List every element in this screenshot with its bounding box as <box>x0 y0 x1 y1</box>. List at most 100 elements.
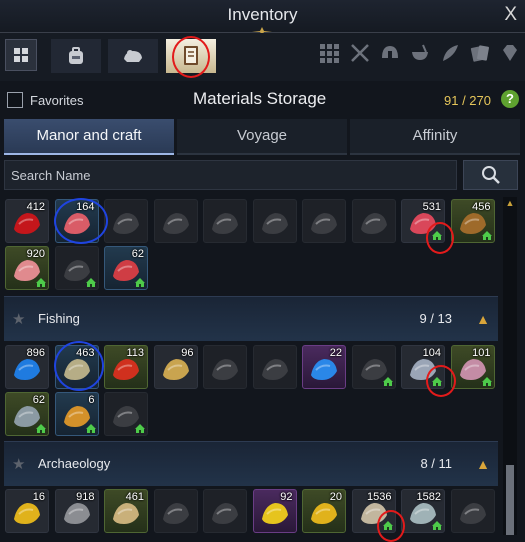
item-slot[interactable]: 920 <box>5 246 49 290</box>
help-button[interactable]: ? <box>501 90 519 108</box>
item-slot[interactable]: 896 <box>5 345 49 389</box>
item-slot[interactable] <box>351 345 396 389</box>
scroll-up-button[interactable]: ▲ <box>503 197 517 209</box>
favorites-label: Favorites <box>30 93 84 108</box>
tab-backpack[interactable] <box>51 39 101 73</box>
bowl-icon <box>412 44 428 60</box>
section-name: Archaeology <box>38 456 111 471</box>
window-title: Inventory <box>227 5 298 24</box>
item-slot[interactable] <box>302 199 346 243</box>
item-slot[interactable]: 918 <box>54 489 99 533</box>
filter-food-button[interactable] <box>406 39 434 67</box>
favorites-checkbox[interactable] <box>7 92 23 108</box>
search-row <box>0 160 525 192</box>
item-quantity: 531 <box>422 201 441 213</box>
item-slot[interactable] <box>104 392 148 436</box>
gem-icon <box>503 45 517 61</box>
item-slot[interactable] <box>252 345 297 389</box>
star-icon[interactable]: ★ <box>12 310 25 328</box>
section-count: 8 / 11 <box>420 456 452 471</box>
item-slot[interactable]: 22 <box>302 345 346 389</box>
item-slot[interactable] <box>203 489 247 533</box>
annotation-circle <box>377 510 405 542</box>
all-categories-button[interactable] <box>5 39 37 71</box>
scrollbar-thumb[interactable] <box>506 465 514 535</box>
item-slot[interactable]: 113 <box>104 345 148 389</box>
item-slot[interactable] <box>153 489 198 533</box>
filter-materials-button[interactable] <box>436 39 464 67</box>
filter-armor-button[interactable] <box>376 39 404 67</box>
tab-pet[interactable] <box>108 39 158 73</box>
item-slot[interactable]: 461 <box>104 489 148 533</box>
item-slot[interactable]: 412 <box>5 199 49 243</box>
feather-icon <box>443 45 458 61</box>
search-button[interactable] <box>463 160 518 190</box>
search-input[interactable] <box>4 160 457 190</box>
filter-cards-button[interactable] <box>466 39 494 67</box>
item-slot[interactable] <box>351 199 396 243</box>
house-icon <box>85 278 96 287</box>
chevron-up-icon[interactable]: ▲ <box>476 311 490 327</box>
item-slot[interactable] <box>104 199 148 243</box>
item-slot[interactable]: 6 <box>54 392 99 436</box>
section-name: Fishing <box>38 311 80 326</box>
storage-tabs: Manor and craft Voyage Affinity <box>0 119 525 155</box>
item-quantity: 461 <box>125 491 144 503</box>
item-slot[interactable]: 16 <box>5 489 49 533</box>
item-quantity: 96 <box>181 347 194 359</box>
filter-all-button[interactable] <box>315 39 343 67</box>
item-slot[interactable] <box>203 345 247 389</box>
item-quantity: 113 <box>126 347 144 359</box>
dust-pile-icon <box>360 213 387 234</box>
stone-icon <box>212 503 238 524</box>
annotation-circle <box>172 36 210 78</box>
house-icon <box>135 278 145 287</box>
item-quantity: 20 <box>329 491 342 503</box>
tab-affinity[interactable]: Affinity <box>350 119 520 155</box>
star-icon[interactable]: ★ <box>12 455 25 473</box>
item-slot[interactable] <box>54 246 99 290</box>
item-quantity: 456 <box>472 201 491 213</box>
item-slot[interactable]: 62 <box>5 392 49 436</box>
item-slot[interactable]: 92 <box>252 489 297 533</box>
annotation-circle <box>54 341 104 391</box>
close-button[interactable]: X <box>504 4 517 26</box>
planks-icon <box>162 213 189 234</box>
storage-count: 91 / 270 <box>444 93 491 108</box>
item-slot[interactable] <box>203 199 247 243</box>
house-icon <box>135 424 145 433</box>
cards-icon <box>470 45 489 62</box>
item-quantity: 104 <box>422 347 441 359</box>
annotation-circle <box>426 365 456 397</box>
meat-icon <box>261 213 288 234</box>
filter-weapons-button[interactable] <box>346 39 374 67</box>
scrollbar[interactable]: ▲ <box>503 197 517 535</box>
house-icon <box>481 377 492 386</box>
item-slot[interactable]: 62 <box>104 246 148 290</box>
item-slot[interactable] <box>252 199 297 243</box>
tab-manor-and-craft[interactable]: Manor and craft <box>4 119 174 155</box>
item-slot[interactable]: 456 <box>450 199 495 243</box>
tab-voyage[interactable]: Voyage <box>177 119 347 155</box>
chevron-up-icon[interactable]: ▲ <box>476 456 490 472</box>
item-quantity: 92 <box>280 491 293 503</box>
item-quantity: 62 <box>131 248 144 260</box>
house-icon <box>481 231 492 240</box>
section-fishing[interactable]: ★ Fishing 9 / 13 ▲ <box>4 296 498 341</box>
house-icon <box>36 278 46 287</box>
item-quantity: 412 <box>26 201 45 213</box>
item-slot[interactable] <box>153 199 198 243</box>
item-slot[interactable] <box>450 489 495 533</box>
section-count: 9 / 13 <box>419 311 452 326</box>
section-archaeology[interactable]: ★ Archaeology 8 / 11 ▲ <box>4 441 498 486</box>
stone-icon <box>311 213 337 234</box>
item-slot[interactable]: 101 <box>450 345 495 389</box>
item-slot[interactable]: 1582 <box>401 489 445 533</box>
stone-icon <box>162 503 189 524</box>
grid-icon <box>320 44 339 63</box>
filter-gems-button[interactable] <box>496 39 524 67</box>
item-quantity: 918 <box>76 491 95 503</box>
item-slot[interactable]: 20 <box>302 489 346 533</box>
item-slot[interactable]: 96 <box>153 345 198 389</box>
crossed-swords-icon <box>351 44 369 62</box>
